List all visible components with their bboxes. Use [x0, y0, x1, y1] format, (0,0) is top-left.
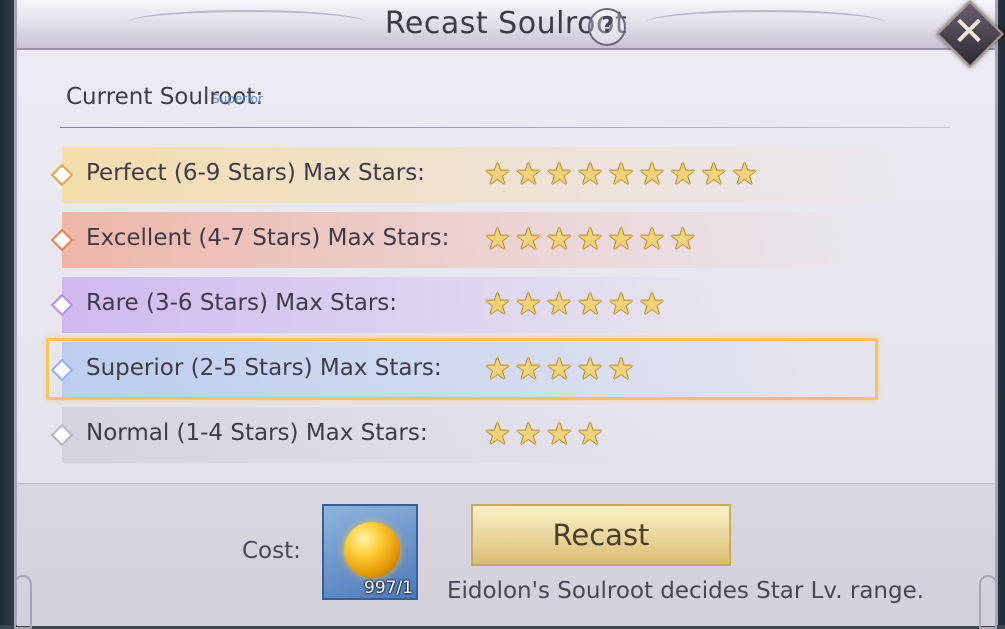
- recast-button[interactable]: Recast: [471, 504, 731, 566]
- selected-grade-highlight: [46, 338, 878, 400]
- star-rating: ★★★★★★: [484, 287, 670, 322]
- divider: [60, 127, 950, 128]
- grade-label: Excellent (4-7 Stars) Max Stars:: [86, 225, 450, 251]
- gold-orb-icon: [344, 522, 400, 578]
- cost-item-slot[interactable]: 997/1: [322, 504, 418, 600]
- star-rating: ★★★★: [484, 417, 608, 452]
- dialog-title: Recast Soulroot: [384, 6, 628, 41]
- current-soulroot-value: Superior: [212, 92, 263, 106]
- bottom-ornament-left: [14, 575, 32, 629]
- grade-row: Perfect (6-9 Stars) Max Stars: ★★★★★★★★★: [50, 147, 902, 203]
- grade-label: Perfect (6-9 Stars) Max Stars:: [86, 160, 425, 186]
- star-rating: ★★★★★★★: [484, 222, 701, 257]
- grade-row: Rare (3-6 Stars) Max Stars: ★★★★★★: [50, 277, 722, 333]
- close-x-icon: ✕: [952, 9, 986, 55]
- grade-label: Rare (3-6 Stars) Max Stars:: [86, 290, 398, 316]
- bottom-ornament-right: [979, 575, 997, 629]
- cost-quantity: 997/1: [364, 578, 413, 598]
- soulroot-hint: Eidolon's Soulroot decides Star Lv. rang…: [447, 578, 925, 604]
- grade-row: Excellent (4-7 Stars) Max Stars: ★★★★★★★: [50, 212, 862, 268]
- grade-label: Normal (1-4 Stars) Max Stars:: [86, 420, 428, 446]
- cost-label: Cost:: [242, 538, 301, 564]
- close-button[interactable]: ✕: [936, 0, 1004, 68]
- title-bar: Recast Soulroot: [17, 0, 995, 50]
- star-rating: ★★★★★★★★★: [484, 157, 763, 192]
- grade-row: Normal (1-4 Stars) Max Stars: ★★★★: [50, 407, 662, 463]
